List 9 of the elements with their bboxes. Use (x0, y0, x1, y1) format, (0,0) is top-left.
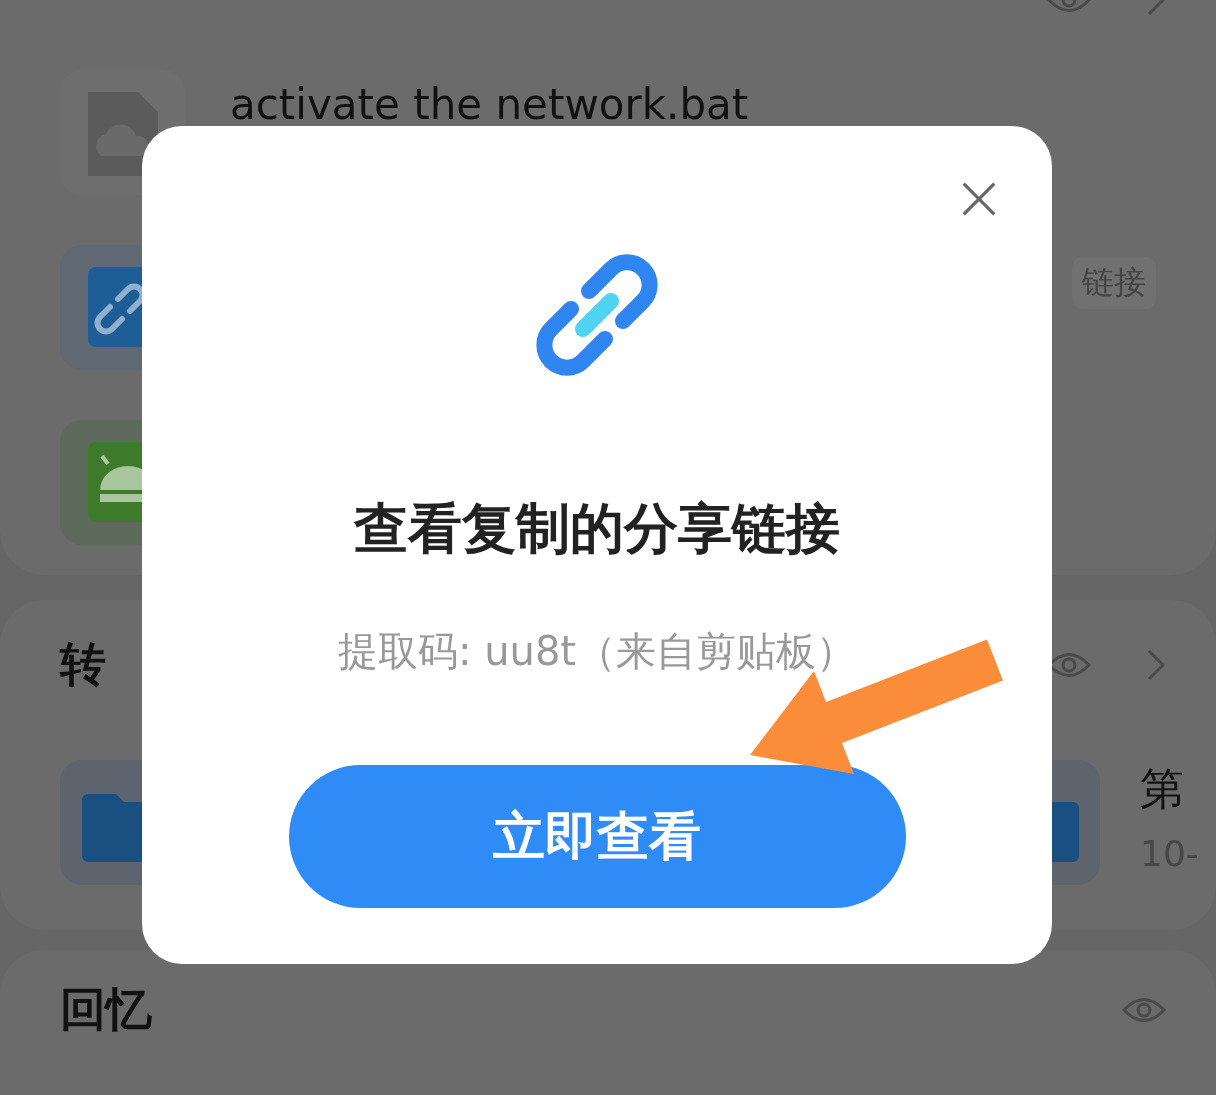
file-name: activate the network.bat (230, 80, 749, 129)
view-now-button[interactable]: 立即查看 (288, 765, 906, 908)
section-title: 回忆 (60, 981, 152, 1038)
extraction-code: 提取码: uu8t（来自剪贴板） (338, 627, 856, 676)
dialog-title: 查看复制的分享链接 (354, 496, 840, 562)
close-icon[interactable] (961, 181, 997, 217)
section-title: 转 (60, 636, 106, 693)
folder-name: 第 (1140, 762, 1185, 816)
chevron-icon[interactable] (1146, 648, 1166, 682)
